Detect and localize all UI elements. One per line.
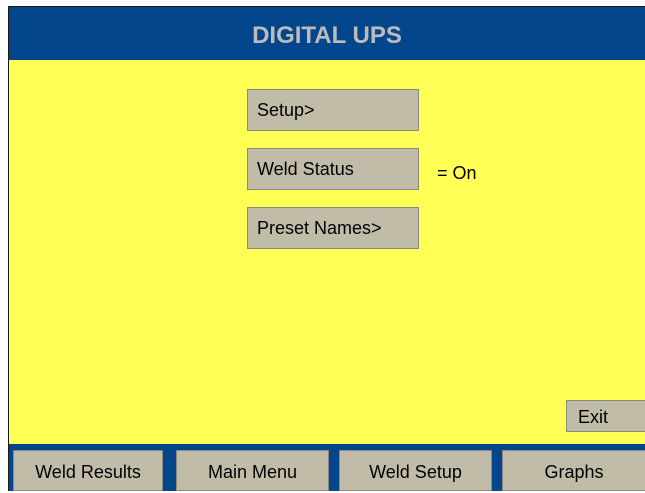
page-title: DIGITAL UPS xyxy=(252,22,402,49)
graphs-button[interactable]: Graphs xyxy=(502,450,645,491)
preset-names-button[interactable]: Preset Names> xyxy=(247,207,419,249)
setup-button[interactable]: Setup> xyxy=(247,89,419,131)
title-bar: DIGITAL UPS xyxy=(8,6,645,60)
weld-status-value: = On xyxy=(437,163,477,183)
weld-setup-button[interactable]: Weld Setup xyxy=(339,450,492,491)
weld-results-button[interactable]: Weld Results xyxy=(13,450,163,491)
main-menu-button[interactable]: Main Menu xyxy=(176,450,329,491)
exit-button[interactable]: Exit xyxy=(566,400,645,432)
weld-status-button[interactable]: Weld Status xyxy=(247,148,419,190)
